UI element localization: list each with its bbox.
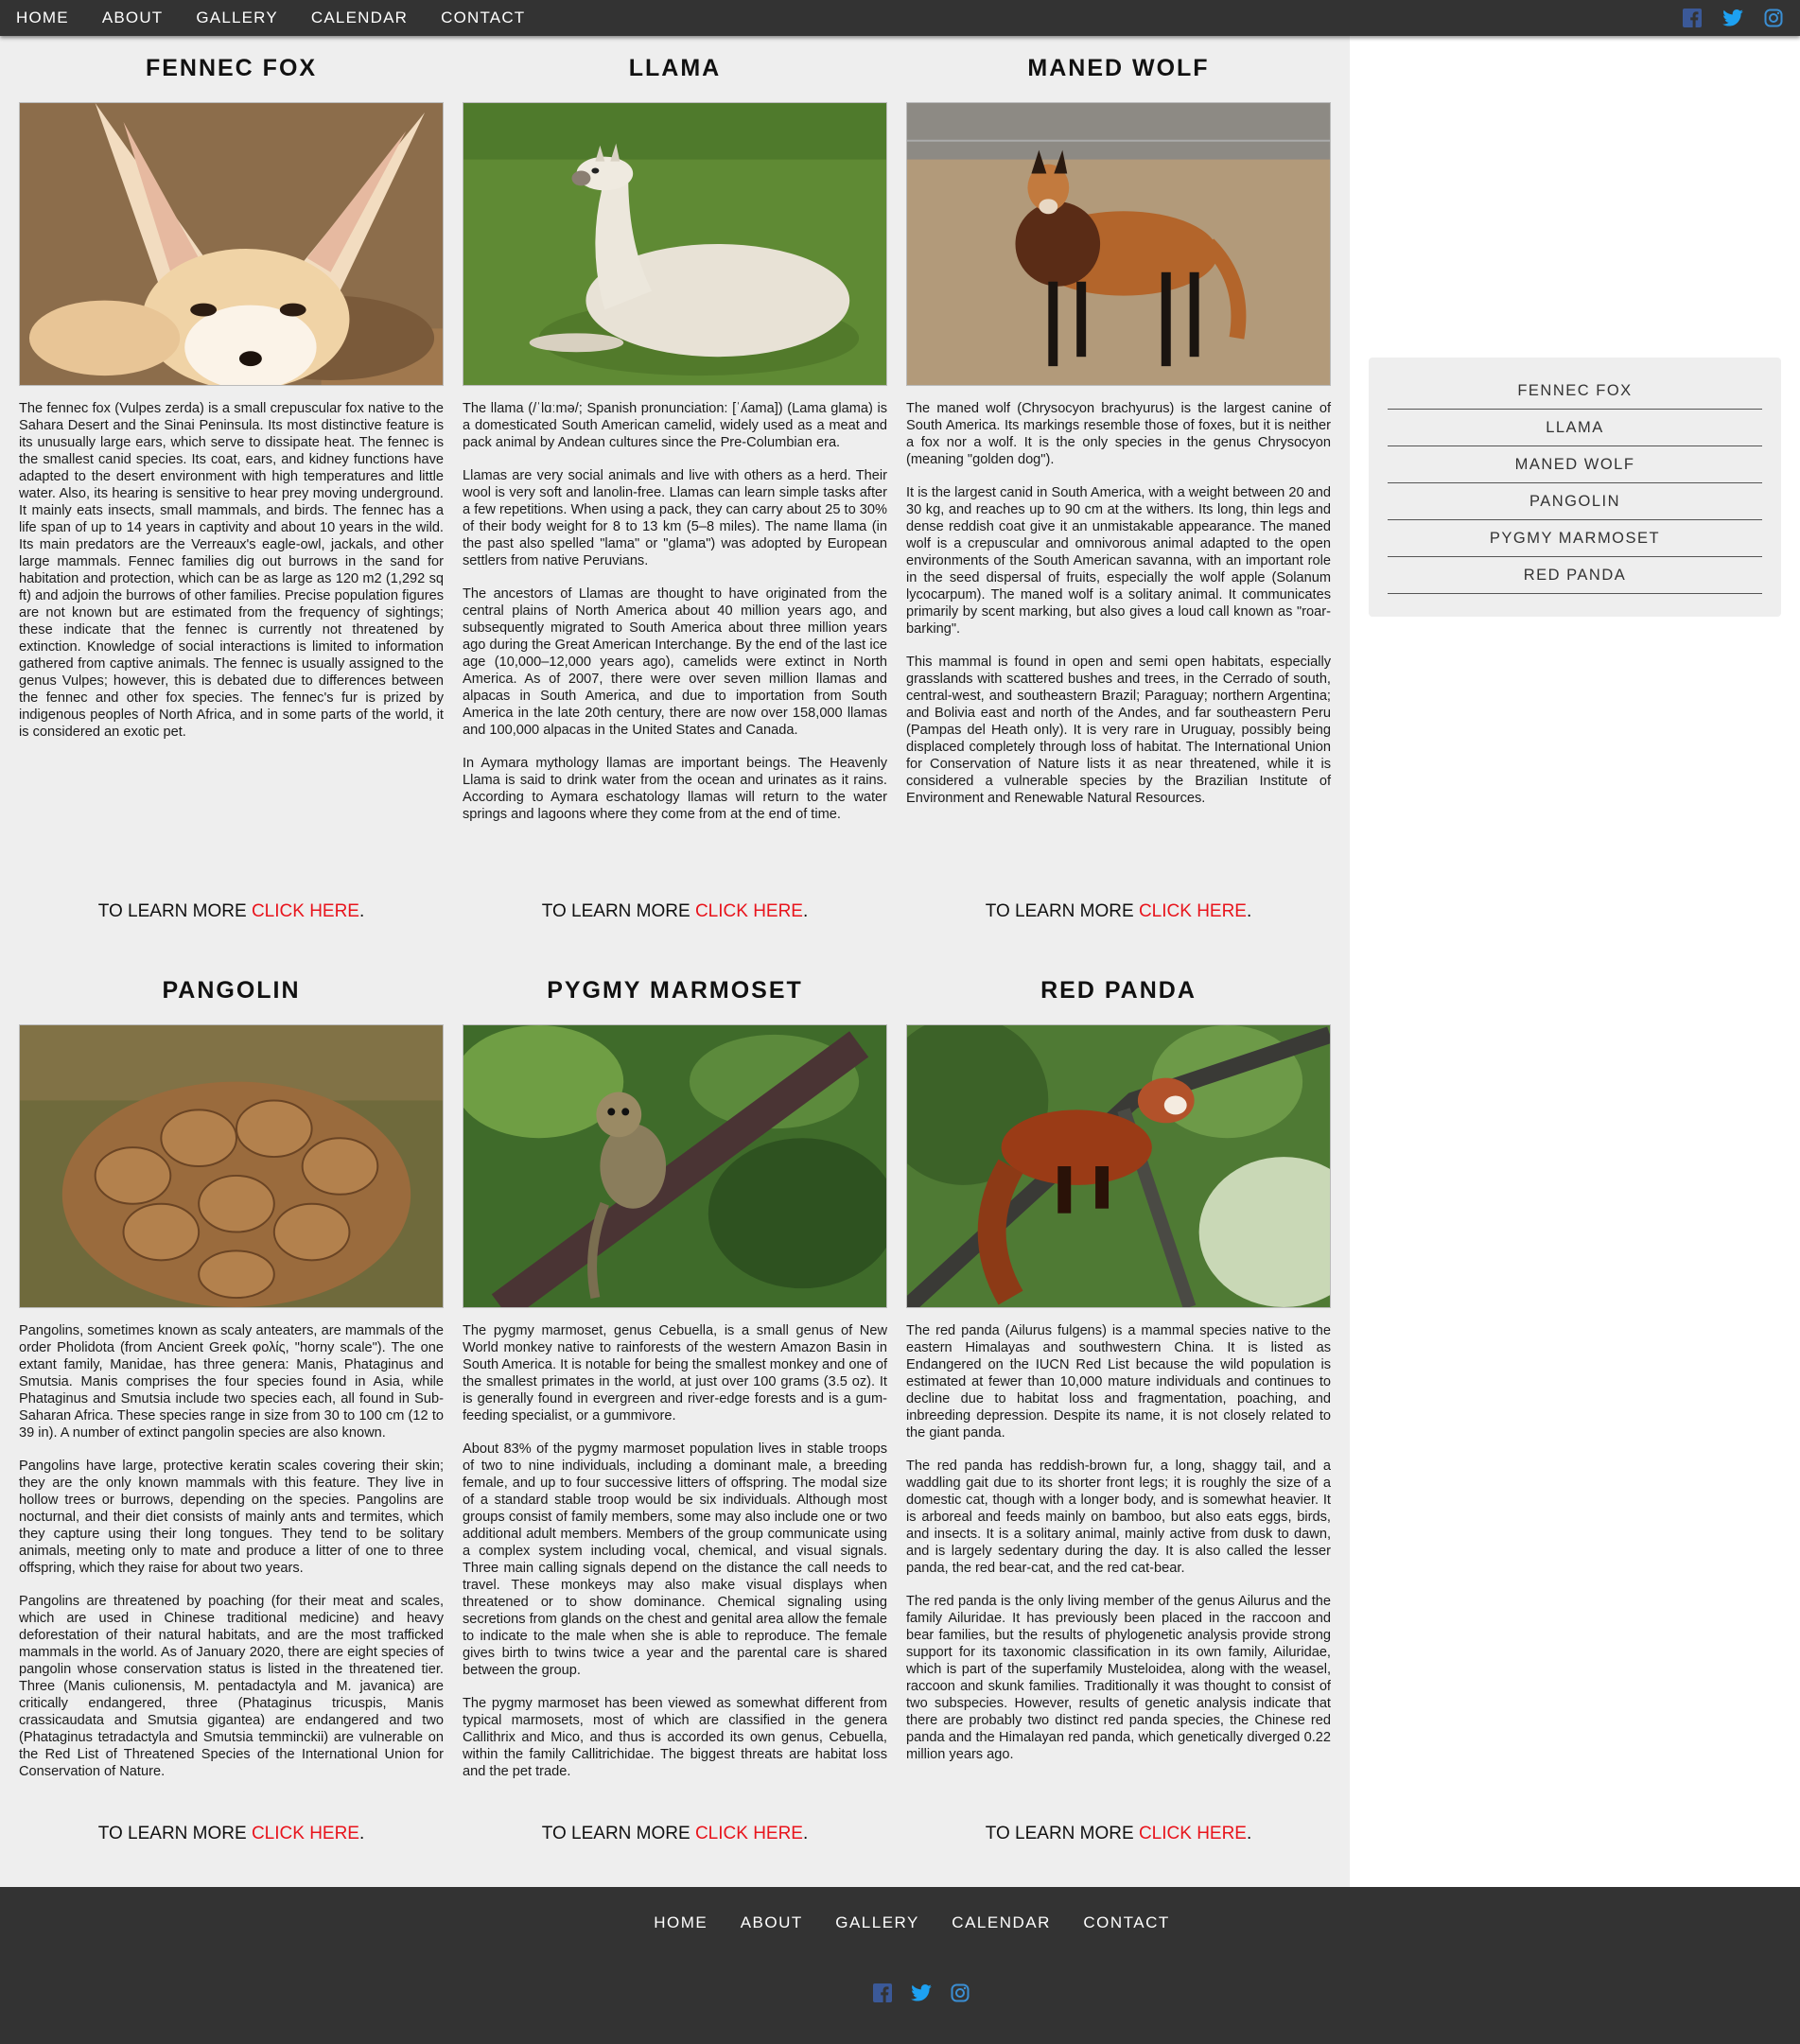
click-here-link[interactable]: CLICK HERE: [252, 1824, 359, 1843]
sidebar-animal-nav: FENNEC FOX LLAMA MANED WOLF PANGOLIN PYG…: [1369, 358, 1781, 617]
maned-wolf-photo: [906, 102, 1331, 386]
card-title: LLAMA: [628, 55, 722, 81]
paragraph: The red panda (Ailurus fulgens) is a mam…: [906, 1323, 1331, 1441]
footer-nav-links: HOME ABOUT GALLERY CALENDAR CONTACT: [0, 1913, 1800, 1932]
card-description: Pangolins, sometimes known as scaly ante…: [19, 1322, 444, 1796]
sidebar-item-fennec-fox[interactable]: FENNEC FOX: [1388, 373, 1762, 410]
paragraph: Pangolins are threatened by poaching (fo…: [19, 1594, 444, 1779]
twitter-icon[interactable]: [911, 1984, 932, 2006]
nav-about-link[interactable]: ABOUT: [102, 9, 164, 27]
sidebar-item-maned-wolf[interactable]: MANED WOLF: [1388, 446, 1762, 483]
nav-gallery-link[interactable]: GALLERY: [196, 9, 278, 27]
card-description: The llama (/ˈlɑːmə/; Spanish pronunciati…: [463, 400, 887, 839]
sidebar-item-pangolin[interactable]: PANGOLIN: [1388, 483, 1762, 520]
paragraph: Pangolins have large, protective keratin…: [19, 1459, 444, 1576]
learn-more-suffix: .: [802, 901, 809, 921]
learn-more: TO LEARN MORE CLICK HERE.: [906, 901, 1331, 922]
nav-calendar-link[interactable]: CALENDAR: [311, 9, 408, 27]
learn-more-prefix: TO LEARN MORE: [97, 901, 252, 921]
top-social-icons: [1662, 0, 1783, 36]
main-content: FENNEC FOX The fennec fox (Vulpes zerda)…: [0, 36, 1350, 1887]
facebook-icon[interactable]: [1683, 9, 1702, 27]
paragraph: The fennec fox (Vulpes zerda) is a small…: [19, 401, 444, 740]
learn-more-prefix: TO LEARN MORE: [97, 1824, 252, 1843]
card-title: FENNEC FOX: [145, 55, 318, 81]
paragraph: In Aymara mythology llamas are important…: [463, 756, 887, 822]
footer-home-link[interactable]: HOME: [654, 1913, 708, 1931]
paragraph: The red panda has reddish-brown fur, a l…: [906, 1459, 1331, 1576]
nav-contact-link[interactable]: CONTACT: [441, 9, 525, 27]
click-here-link[interactable]: CLICK HERE: [1139, 901, 1247, 921]
learn-more-suffix: .: [1246, 1824, 1252, 1843]
paragraph: The pygmy marmoset, genus Cebuella, is a…: [463, 1323, 887, 1424]
pangolin-photo: [19, 1024, 444, 1308]
footer-about-link[interactable]: ABOUT: [741, 1913, 803, 1931]
facebook-icon[interactable]: [872, 1983, 892, 2007]
paragraph: The pygmy marmoset has been viewed as so…: [463, 1696, 887, 1779]
learn-more-suffix: .: [802, 1824, 809, 1843]
instagram-icon[interactable]: [951, 1983, 970, 2007]
sidebar-list: FENNEC FOX LLAMA MANED WOLF PANGOLIN PYG…: [1369, 358, 1781, 594]
click-here-link[interactable]: CLICK HERE: [252, 901, 359, 921]
paragraph: The red panda is the only living member …: [906, 1594, 1331, 1762]
footer-social-icons: [0, 1983, 1800, 2007]
footer-gallery-link[interactable]: GALLERY: [835, 1913, 919, 1931]
paragraph: Pangolins, sometimes known as scaly ante…: [19, 1323, 444, 1441]
pygmy-marmoset-photo: [463, 1024, 887, 1308]
learn-more: TO LEARN MORE CLICK HERE.: [463, 901, 887, 922]
sidebar-item-pygmy-marmoset[interactable]: PYGMY MARMOSET: [1388, 520, 1762, 557]
twitter-icon[interactable]: [1722, 9, 1743, 26]
learn-more: TO LEARN MORE CLICK HERE.: [906, 1824, 1331, 1844]
paragraph: About 83% of the pygmy marmoset populati…: [463, 1441, 887, 1678]
click-here-link[interactable]: CLICK HERE: [695, 1824, 803, 1843]
card-title: RED PANDA: [1040, 977, 1197, 1004]
paragraph: It is the largest canid in South America…: [906, 485, 1331, 637]
card-title: PANGOLIN: [162, 977, 301, 1004]
learn-more-prefix: TO LEARN MORE: [985, 901, 1139, 921]
learn-more-prefix: TO LEARN MORE: [541, 901, 695, 921]
top-nav-links: HOME ABOUT GALLERY CALENDAR CONTACT: [16, 0, 558, 36]
click-here-link[interactable]: CLICK HERE: [695, 901, 803, 921]
learn-more-prefix: TO LEARN MORE: [541, 1824, 695, 1843]
footer-calendar-link[interactable]: CALENDAR: [952, 1913, 1051, 1931]
learn-more-prefix: TO LEARN MORE: [985, 1824, 1139, 1843]
learn-more-suffix: .: [358, 901, 365, 921]
learn-more: TO LEARN MORE CLICK HERE.: [463, 1824, 887, 1844]
card-description: The fennec fox (Vulpes zerda) is a small…: [19, 400, 444, 757]
click-here-link[interactable]: CLICK HERE: [1139, 1824, 1247, 1843]
paragraph: Llamas are very social animals and live …: [463, 468, 887, 568]
nav-home-link[interactable]: HOME: [16, 9, 69, 27]
llama-photo: [463, 102, 887, 386]
fennec-fox-photo: [19, 102, 444, 386]
card-title: PYGMY MARMOSET: [547, 977, 803, 1004]
footer: HOME ABOUT GALLERY CALENDAR CONTACT: [0, 1887, 1800, 2044]
learn-more: TO LEARN MORE CLICK HERE.: [19, 1824, 444, 1844]
paragraph: This mammal is found in open and semi op…: [906, 655, 1331, 806]
footer-contact-link[interactable]: CONTACT: [1083, 1913, 1169, 1931]
card-title: MANED WOLF: [1027, 55, 1210, 81]
top-navbar: HOME ABOUT GALLERY CALENDAR CONTACT: [0, 0, 1800, 36]
paragraph: The maned wolf (Chrysocyon brachyurus) i…: [906, 401, 1331, 467]
learn-more-suffix: .: [1246, 901, 1252, 921]
red-panda-photo: [906, 1024, 1331, 1308]
instagram-icon[interactable]: [1764, 9, 1783, 27]
card-description: The maned wolf (Chrysocyon brachyurus) i…: [906, 400, 1331, 823]
learn-more: TO LEARN MORE CLICK HERE.: [19, 901, 444, 922]
sidebar-item-red-panda[interactable]: RED PANDA: [1388, 557, 1762, 594]
learn-more-suffix: .: [358, 1824, 365, 1843]
card-description: The red panda (Ailurus fulgens) is a mam…: [906, 1322, 1331, 1779]
paragraph: The ancestors of Llamas are thought to h…: [463, 586, 887, 738]
sidebar-item-llama[interactable]: LLAMA: [1388, 410, 1762, 446]
card-description: The pygmy marmoset, genus Cebuella, is a…: [463, 1322, 887, 1796]
paragraph: The llama (/ˈlɑːmə/; Spanish pronunciati…: [463, 401, 887, 450]
